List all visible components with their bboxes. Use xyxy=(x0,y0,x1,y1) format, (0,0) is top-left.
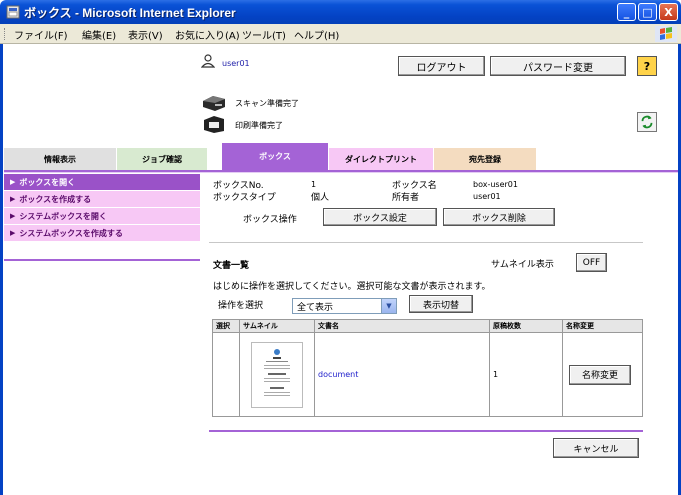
side-item-open-system-box[interactable]: ▶ システムボックスを開く xyxy=(4,208,200,225)
menu-bar: ファイル(F) 編集(E) 表示(V) お気に入り(A) ツール(T) ヘルプ(… xyxy=(0,24,681,44)
triangle-right-icon: ▶ xyxy=(10,178,16,186)
user-name: user01 xyxy=(222,59,250,68)
windows-logo-icon xyxy=(655,26,677,42)
box-delete-button[interactable]: ボックス削除 xyxy=(443,208,555,226)
document-thumbnail[interactable] xyxy=(251,341,303,408)
display-switch-button[interactable]: 表示切替 xyxy=(409,295,473,313)
thumbnail-toggle-button[interactable]: OFF xyxy=(576,253,607,272)
menu-favorites[interactable]: お気に入り(A) xyxy=(175,27,240,42)
printer-icon xyxy=(204,116,224,133)
tab-box[interactable]: ボックス xyxy=(222,143,328,170)
rename-button[interactable]: 名称変更 xyxy=(569,364,631,385)
side-item-create-system-box[interactable]: ▶ システムボックスを作成する xyxy=(4,225,200,242)
column-header-select: 選択 xyxy=(212,319,240,333)
column-header-doc-name: 文書名 xyxy=(314,319,490,333)
help-button[interactable]: ? xyxy=(637,56,657,76)
box-owner-value: user01 xyxy=(473,192,501,201)
scan-status: スキャン準備完了 xyxy=(235,99,299,108)
window-titlebar: ボックス - Microsoft Internet Explorer _ □ X xyxy=(0,0,681,24)
table-row[interactable]: document 1 名称変更 xyxy=(212,332,643,417)
operation-label: 操作を選択 xyxy=(218,301,264,311)
document-page-icon xyxy=(264,348,290,396)
side-menu: ▶ ボックスを開く ▶ ボックスを作成する ▶ システムボックスを開く ▶ システムボッ… xyxy=(4,174,200,242)
section-divider xyxy=(209,242,643,243)
menu-help[interactable]: ヘルプ(H) xyxy=(294,27,339,42)
scanner-icon xyxy=(203,96,225,111)
side-item-label: ボックスを開く xyxy=(19,177,76,187)
bottom-divider xyxy=(209,430,643,432)
logout-button[interactable]: ログアウト xyxy=(398,56,485,76)
pages-cell: 1 xyxy=(489,332,563,417)
side-item-create-box[interactable]: ▶ ボックスを作成する xyxy=(4,191,200,208)
print-status: 印刷準備完了 xyxy=(235,121,283,130)
box-no-value: 1 xyxy=(311,180,317,189)
side-item-label: システムボックスを開く xyxy=(19,211,107,221)
operation-select-value: 全て表示 xyxy=(297,303,334,313)
column-header-rename: 名称変更 xyxy=(562,319,643,333)
box-settings-button[interactable]: ボックス設定 xyxy=(323,208,437,226)
user-icon xyxy=(201,54,215,68)
tab-address-register[interactable]: 宛先登録 xyxy=(434,148,536,170)
menu-edit[interactable]: 編集(E) xyxy=(82,27,116,42)
rename-cell: 名称変更 xyxy=(562,332,643,417)
doc-name-cell: document xyxy=(314,332,490,417)
column-header-pages: 原稿枚数 xyxy=(489,319,563,333)
ie-window-icon xyxy=(6,5,20,19)
box-name-value: box-user01 xyxy=(473,180,518,189)
thumbnail-display-label: サムネイル表示 xyxy=(491,260,554,270)
maximize-button[interactable]: □ xyxy=(638,3,657,21)
table-header-row: 選択 サムネイル 文書名 原稿枚数 名称変更 xyxy=(212,319,643,333)
triangle-right-icon: ▶ xyxy=(10,229,16,237)
menu-view[interactable]: 表示(V) xyxy=(128,27,163,42)
triangle-right-icon: ▶ xyxy=(10,212,16,220)
menu-tools[interactable]: ツール(T) xyxy=(242,27,286,42)
toolbar-grip[interactable] xyxy=(4,28,6,40)
chevron-down-icon[interactable]: ▼ xyxy=(381,299,396,313)
box-type-label: ボックスタイプ xyxy=(213,193,276,203)
box-operations-label: ボックス操作 xyxy=(243,215,297,225)
tab-info[interactable]: 情報表示 xyxy=(4,148,116,170)
side-item-label: ボックスを作成する xyxy=(19,194,92,204)
tab-direct-print[interactable]: ダイレクトプリント xyxy=(329,148,433,170)
doc-list-instruction: はじめに操作を選択してください。選択可能な文書が表示されます。 xyxy=(213,282,491,292)
document-table: 選択 サムネイル 文書名 原稿枚数 名称変更 document 1 名称変更 xyxy=(212,319,643,417)
column-header-thumbnail: サムネイル xyxy=(239,319,315,333)
box-type-value: 個人 xyxy=(311,193,330,203)
cancel-button[interactable]: キャンセル xyxy=(553,438,639,458)
thumbnail-cell xyxy=(239,332,315,417)
refresh-icon[interactable] xyxy=(637,112,657,132)
tab-divider-shadow xyxy=(4,172,678,173)
password-change-button[interactable]: パスワード変更 xyxy=(490,56,626,76)
operation-select[interactable]: 全て表示 ▼ xyxy=(292,298,397,314)
close-button[interactable]: X xyxy=(659,3,678,21)
menu-file[interactable]: ファイル(F) xyxy=(14,27,68,42)
minimize-button[interactable]: _ xyxy=(617,3,636,21)
side-item-open-box[interactable]: ▶ ボックスを開く xyxy=(4,174,200,191)
side-item-label: システムボックスを作成する xyxy=(19,228,123,238)
window-title: ボックス - Microsoft Internet Explorer xyxy=(24,6,236,20)
document-name-link[interactable]: document xyxy=(318,370,358,379)
triangle-right-icon: ▶ xyxy=(10,195,16,203)
select-cell[interactable] xyxy=(212,332,240,417)
doc-list-title: 文書一覧 xyxy=(213,261,250,271)
box-owner-label: 所有者 xyxy=(392,193,420,203)
side-menu-bottom-line xyxy=(4,259,200,261)
tab-job-status[interactable]: ジョブ確認 xyxy=(117,148,207,170)
